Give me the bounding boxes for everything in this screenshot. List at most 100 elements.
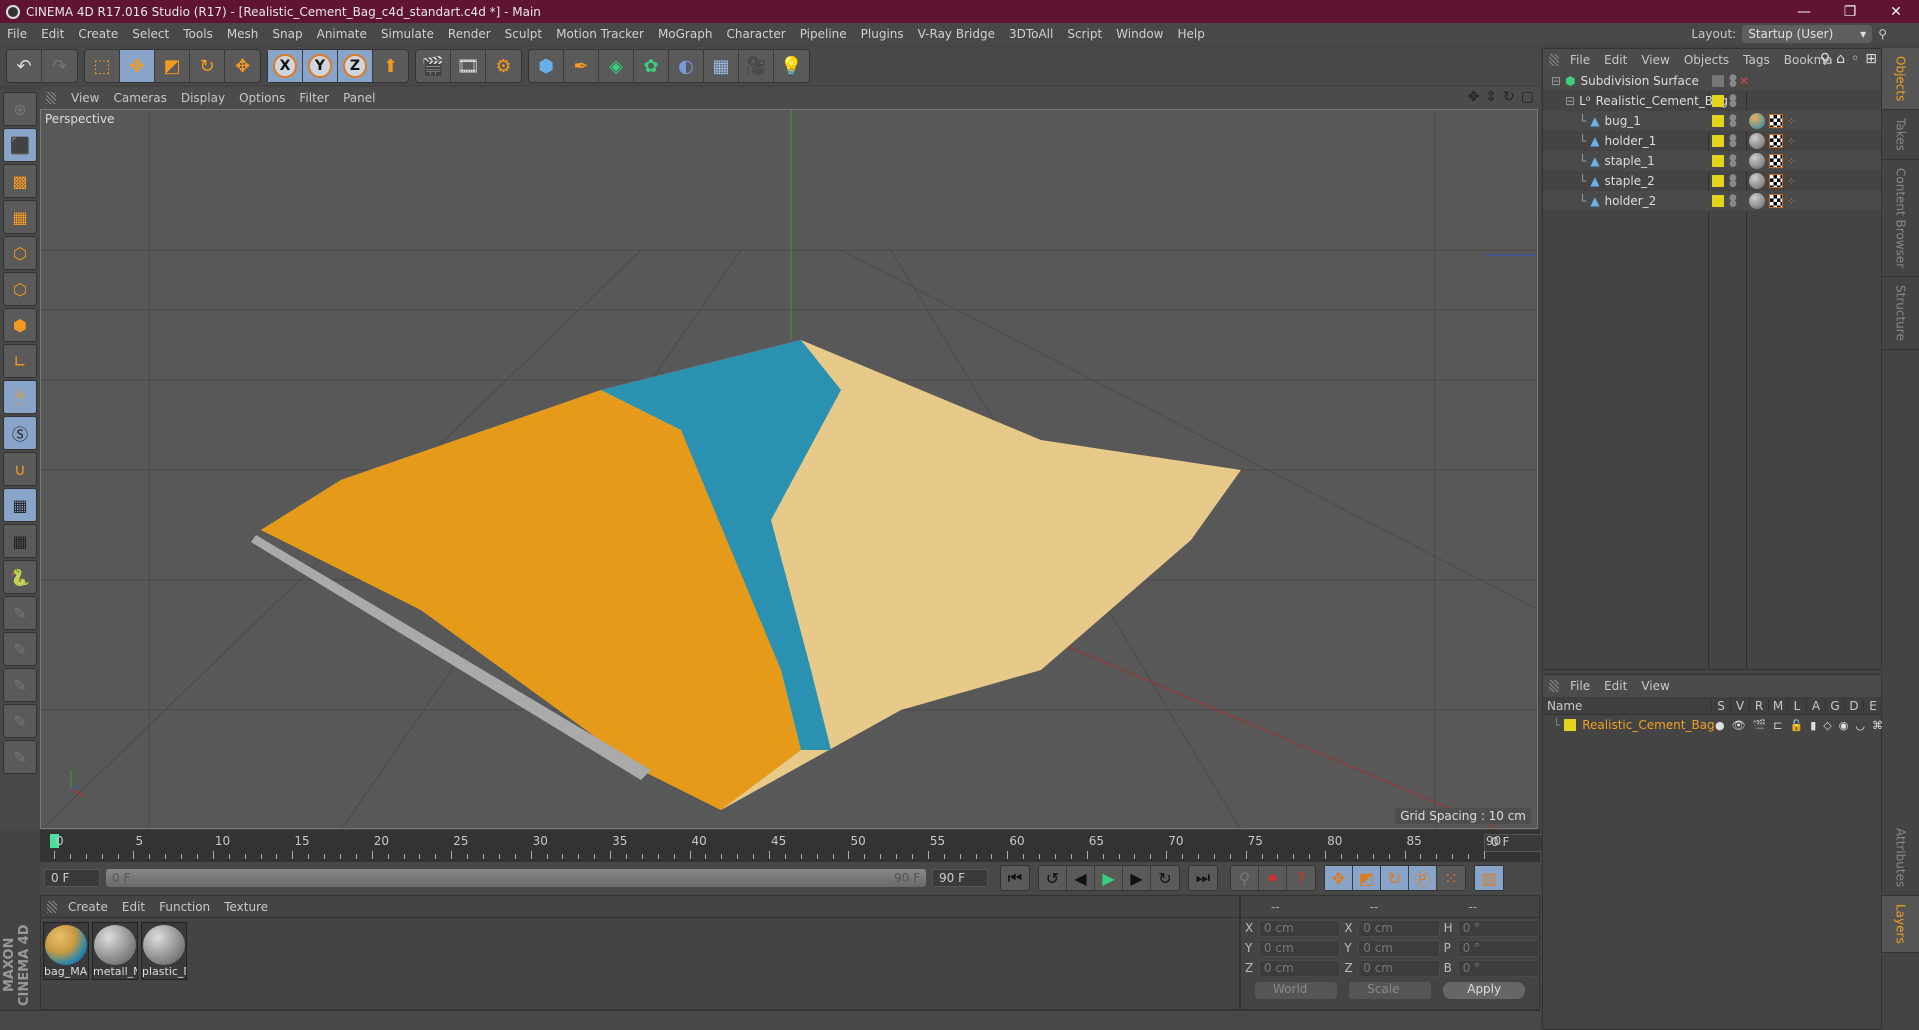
- expression-toggle-icon[interactable]: ◡: [1855, 719, 1865, 732]
- side-tab-structure[interactable]: Structure: [1882, 277, 1919, 351]
- visibility-dots-icon[interactable]: ● ●: [1729, 74, 1737, 89]
- object-row[interactable]: ⊟ ⬢ Subdivision Surface ● ● ✕: [1543, 71, 1881, 91]
- motion-path-button[interactable]: ⚲: [1231, 866, 1259, 890]
- menu-select[interactable]: Select: [125, 27, 176, 41]
- menu-mesh[interactable]: Mesh: [220, 27, 266, 41]
- cement-bag-model[interactable]: [251, 340, 1241, 810]
- panel-grip-icon[interactable]: [1549, 54, 1559, 66]
- coord-field[interactable]: 0 cm: [1358, 939, 1440, 957]
- object-row[interactable]: └ ▲ staple_2 ● ● ⁘: [1543, 171, 1881, 191]
- layer-column-header[interactable]: S: [1711, 698, 1730, 713]
- edges-mode-button[interactable]: ⬡: [3, 272, 37, 306]
- record-active-button[interactable]: ⏺: [1259, 866, 1287, 890]
- side-tab-layers[interactable]: Layers: [1882, 896, 1919, 954]
- light-object-button[interactable]: 💡: [774, 50, 809, 82]
- side-tab-objects[interactable]: Objects: [1882, 48, 1919, 111]
- coord-field[interactable]: 0 °: [1457, 959, 1539, 977]
- object-name[interactable]: bug_1: [1604, 114, 1640, 128]
- viewport-menu-view[interactable]: View: [64, 91, 106, 105]
- go-to-start-button[interactable]: ⏮: [1001, 866, 1029, 890]
- start-frame-field[interactable]: 0 F: [44, 869, 100, 887]
- layer-name[interactable]: Realistic_Cement_Bag: [1582, 718, 1714, 732]
- object-name[interactable]: holder_2: [1604, 194, 1656, 208]
- side-tab-attributes[interactable]: Attributes: [1882, 820, 1919, 897]
- solo-button[interactable]: Ⓢ: [3, 416, 37, 450]
- layout-dropdown[interactable]: Startup (User) ▾: [1742, 25, 1873, 43]
- coord-field[interactable]: 0 °: [1457, 919, 1539, 937]
- layer-color-swatch[interactable]: [1712, 135, 1724, 147]
- object-name[interactable]: staple_2: [1604, 174, 1654, 188]
- object-menu-tags[interactable]: Tags: [1736, 53, 1777, 67]
- layer-column-header[interactable]: V: [1730, 698, 1749, 713]
- menu-snap[interactable]: Snap: [265, 27, 309, 41]
- recent-tool-button[interactable]: ✥: [225, 50, 260, 82]
- previous-frame-button[interactable]: ◀: [1067, 866, 1095, 890]
- python-button[interactable]: 🐍: [3, 560, 37, 594]
- live-selection-button[interactable]: ⬚: [85, 50, 120, 82]
- visibility-dots-icon[interactable]: ● ●: [1729, 154, 1737, 169]
- rotate-tool-button[interactable]: ↻: [190, 50, 225, 82]
- material-tag-icon[interactable]: [1749, 193, 1765, 209]
- object-menu-objects[interactable]: Objects: [1677, 53, 1736, 67]
- material-menu-texture[interactable]: Texture: [217, 900, 275, 914]
- menu-motion-tracker[interactable]: Motion Tracker: [549, 27, 651, 41]
- object-menu-view[interactable]: View: [1634, 53, 1676, 67]
- material-swatch[interactable]: metall_M: [92, 922, 138, 980]
- menu-pipeline[interactable]: Pipeline: [793, 27, 854, 41]
- generator-disable-icon[interactable]: ✕: [1739, 74, 1749, 88]
- layer-color-swatch[interactable]: [1712, 175, 1724, 187]
- expand-toggle-icon[interactable]: ⊟: [1551, 74, 1561, 88]
- layer-color-swatch[interactable]: [1712, 195, 1724, 207]
- layer-color-swatch[interactable]: [1712, 155, 1724, 167]
- end-frame-field[interactable]: 90 F: [932, 869, 988, 887]
- camera-object-button[interactable]: 🎥: [739, 50, 774, 82]
- layer-column-header[interactable]: E: [1863, 698, 1882, 713]
- object-row[interactable]: └ ▲ bug_1 ● ● ⁘: [1543, 111, 1881, 131]
- object-name[interactable]: Subdivision Surface: [1581, 74, 1699, 88]
- minimize-button[interactable]: —: [1781, 0, 1827, 23]
- menu-mograph[interactable]: MoGraph: [651, 27, 720, 41]
- manager-toggle-icon[interactable]: ⊏: [1773, 719, 1782, 732]
- object-menu-file[interactable]: File: [1563, 53, 1597, 67]
- paint-tool-button[interactable]: ✎: [3, 596, 37, 630]
- cube-object-button[interactable]: ⬢: [529, 50, 564, 82]
- menu-character[interactable]: Character: [719, 27, 792, 41]
- deformer-toggle-icon[interactable]: ◉: [1839, 719, 1849, 732]
- menu-edit[interactable]: Edit: [34, 27, 71, 41]
- visibility-dots-icon[interactable]: ● ●: [1729, 174, 1737, 189]
- rotate-view-icon[interactable]: ↻: [1503, 89, 1515, 105]
- play-button[interactable]: ▶: [1095, 866, 1123, 890]
- texture-tag-icon[interactable]: [1769, 134, 1783, 148]
- floor-object-button[interactable]: ▦: [704, 50, 739, 82]
- side-tab-content-browser[interactable]: Content Browser: [1882, 160, 1919, 278]
- x-axis-lock-button[interactable]: X: [268, 50, 303, 82]
- phong-tag-icon[interactable]: ⁘: [1787, 115, 1796, 128]
- layer-name-header[interactable]: Name: [1543, 699, 1582, 713]
- phong-tag-icon[interactable]: ⁘: [1787, 155, 1796, 168]
- visibility-dots-icon[interactable]: ● ●: [1729, 94, 1737, 109]
- texture-tag-icon[interactable]: [1769, 194, 1783, 208]
- search-icon[interactable]: ⚲: [1878, 27, 1887, 41]
- menu-v-ray-bridge[interactable]: V-Ray Bridge: [911, 27, 1002, 41]
- menu-simulate[interactable]: Simulate: [374, 27, 441, 41]
- object-row[interactable]: └ ▲ holder_2 ● ● ⁘: [1543, 191, 1881, 211]
- key-scale-button[interactable]: ◩: [1353, 866, 1381, 890]
- layer-column-header[interactable]: A: [1806, 698, 1825, 713]
- phong-tag-icon[interactable]: ⁘: [1787, 135, 1796, 148]
- menu-script[interactable]: Script: [1060, 27, 1109, 41]
- toggle-view-icon[interactable]: ▢: [1521, 89, 1534, 105]
- eye-icon[interactable]: ◦: [1851, 51, 1859, 67]
- layer-row[interactable]: └ Realistic_Cement_Bag ● 👁 🎬 ⊏ 🔓 ▮ ◇ ◉ ◡ ⌘: [1543, 715, 1883, 735]
- object-name[interactable]: holder_1: [1604, 134, 1656, 148]
- panel-grip-icon[interactable]: [1549, 680, 1559, 692]
- key-pla-button[interactable]: ⁙: [1437, 866, 1465, 890]
- render-picture-viewer-button[interactable]: 🎞: [451, 50, 486, 82]
- texture-tag-icon[interactable]: [1769, 114, 1783, 128]
- menu-window[interactable]: Window: [1109, 27, 1170, 41]
- undo-button[interactable]: ↶: [7, 50, 42, 82]
- key-position-button[interactable]: ✥: [1325, 866, 1353, 890]
- paint-p-button[interactable]: ✎: [3, 632, 37, 666]
- menu-3dtoall[interactable]: 3DToAll: [1002, 27, 1060, 41]
- panel-grip-icon[interactable]: [47, 900, 57, 913]
- layer-menu-file[interactable]: File: [1563, 679, 1597, 693]
